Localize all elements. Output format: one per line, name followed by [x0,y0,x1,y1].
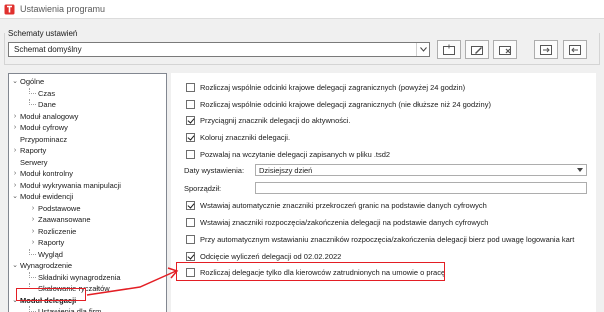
annotation-arrow-icon [86,267,179,296]
settings-window: Ustawienia programu Schematy ustawień Sc… [0,0,604,312]
